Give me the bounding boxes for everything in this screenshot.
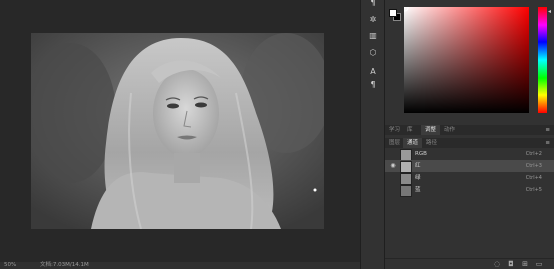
- delete-channel-icon[interactable]: ▭: [535, 260, 543, 268]
- channels-footer: ◌ ◘ ⊞ ▭: [385, 258, 554, 269]
- channel-row[interactable]: ◉ 红 Ctrl+3: [385, 160, 554, 173]
- character-style-icon[interactable]: ¶: [366, 79, 380, 91]
- panel-tool-strip: ¶ ✲ ▥ ⬡ A ¶: [360, 0, 385, 269]
- channel-row[interactable]: RGB Ctrl+2: [385, 148, 554, 161]
- document-size[interactable]: 文档:7.03M/14.1M: [40, 262, 89, 269]
- channel-name: 绿: [415, 175, 421, 181]
- tab-channels[interactable]: 通道: [403, 138, 423, 148]
- channels-list: RGB Ctrl+2 ◉ 红 Ctrl+3 绿 Ctrl+4 蓝 Ctrl+5: [385, 148, 554, 258]
- channel-shortcut: Ctrl+5: [525, 187, 542, 193]
- photo-image: [31, 33, 324, 229]
- tab-adjustments[interactable]: 调整: [421, 125, 441, 135]
- cube-icon[interactable]: ⬡: [366, 47, 380, 59]
- tab-layers[interactable]: 图层: [385, 138, 404, 148]
- channel-name: 红: [415, 163, 421, 169]
- color-saturation-field[interactable]: [404, 7, 529, 113]
- tab-learn[interactable]: 学习: [385, 125, 404, 135]
- load-selection-icon[interactable]: ◌: [493, 260, 501, 268]
- channel-shortcut: Ctrl+2: [525, 151, 542, 157]
- paragraph-icon[interactable]: ¶: [366, 0, 380, 9]
- channel-name: 蓝: [415, 187, 421, 193]
- channel-shortcut: Ctrl+3: [525, 163, 542, 169]
- channel-row[interactable]: 绿 Ctrl+4: [385, 172, 554, 185]
- hue-slider-handle-icon[interactable]: ◂: [548, 9, 552, 15]
- channel-thumbnail: [400, 185, 412, 197]
- hue-slider[interactable]: [538, 7, 547, 113]
- tab-paths[interactable]: 路径: [422, 138, 441, 148]
- zoom-level[interactable]: 50%: [4, 262, 16, 269]
- eye-icon[interactable]: [389, 186, 397, 194]
- tab-actions[interactable]: 动作: [440, 125, 459, 135]
- panel-menu-icon[interactable]: ≡: [541, 125, 554, 135]
- tab-library[interactable]: 库: [403, 125, 417, 135]
- new-channel-icon[interactable]: ⊞: [521, 260, 529, 268]
- document-photo[interactable]: [31, 33, 324, 229]
- channel-row[interactable]: 蓝 Ctrl+5: [385, 184, 554, 197]
- channel-shortcut: Ctrl+4: [525, 175, 542, 181]
- type-icon[interactable]: A: [366, 66, 380, 78]
- eye-icon[interactable]: [389, 174, 397, 182]
- eye-icon[interactable]: ◉: [389, 162, 397, 170]
- ruler-icon[interactable]: ▥: [366, 30, 380, 42]
- brightness-icon[interactable]: ✲: [366, 14, 380, 26]
- status-bar: 50% 文档:7.03M/14.1M: [0, 262, 360, 269]
- tabbar-adjustments: 学习 库 调整 动作 ≡: [385, 125, 554, 135]
- tabbar-layers: 图层 通道 路径 ≡: [385, 138, 554, 148]
- document-canvas-area[interactable]: [0, 0, 360, 262]
- foreground-color-swatch[interactable]: [389, 9, 397, 17]
- save-selection-icon[interactable]: ◘: [507, 260, 515, 268]
- panel-menu-icon[interactable]: ≡: [541, 138, 554, 148]
- eye-icon[interactable]: [389, 150, 397, 158]
- channel-name: RGB: [415, 151, 427, 157]
